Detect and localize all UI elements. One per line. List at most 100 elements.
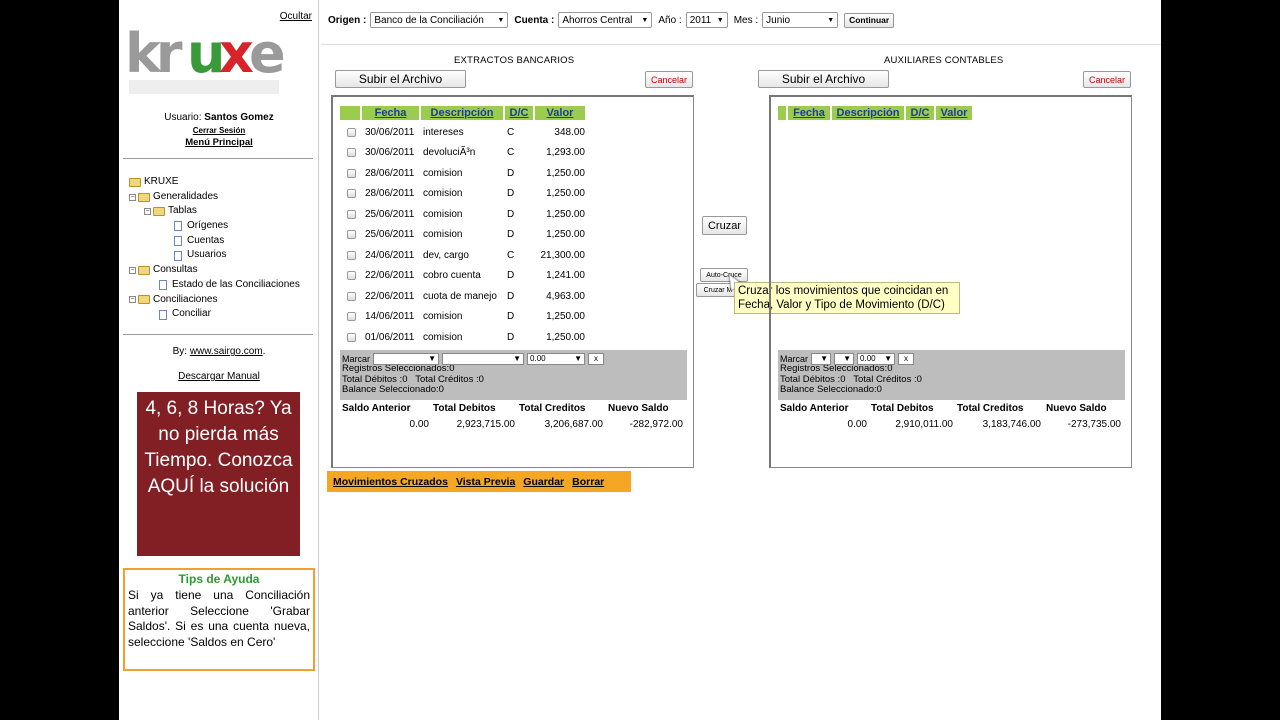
table-row[interactable]: 30/06/2011 intereses C 348.00: [333, 122, 593, 143]
left-upload-button[interactable]: Subir el Archivo: [335, 70, 466, 88]
table-row[interactable]: 28/06/2011 comision D 1,250.00: [333, 184, 593, 205]
table-row[interactable]: 28/06/2011 comision D 1,250.00: [333, 163, 593, 184]
tree-item-tablas[interactable]: − Tablas: [129, 204, 300, 219]
row-checkbox[interactable]: [347, 250, 356, 260]
table-row[interactable]: 25/06/2011 comision D 1,250.00: [333, 225, 593, 246]
filter-bar: Origen : Banco de la Conciliación ▼ Cuent…: [321, 10, 1161, 30]
row-checkbox[interactable]: [347, 312, 356, 322]
bank-rows: 30/06/2011 intereses C 348.00 30/06/2011 devo…: [333, 122, 593, 348]
crossed-movements-link[interactable]: Movimientos Cruzados: [333, 476, 448, 488]
cell-value: 1,293.00: [546, 147, 585, 159]
cell-description: intereses: [423, 126, 464, 138]
table-row[interactable]: 01/06/2011 comision D 1,250.00: [333, 327, 593, 348]
clear-button[interactable]: x: [588, 353, 605, 365]
sidebar: Ocultar kr u x e Usuario: Santos Gomez C…: [119, 0, 319, 720]
year-select[interactable]: 2011 ▼: [685, 12, 728, 28]
collapse-icon[interactable]: −: [129, 193, 136, 201]
tree-item-consultas[interactable]: − Consultas: [129, 263, 300, 278]
col-fecha[interactable]: Fecha: [362, 106, 419, 120]
collapse-icon[interactable]: −: [129, 266, 136, 274]
row-checkbox[interactable]: [347, 291, 356, 301]
tree-item-usuarios[interactable]: Usuarios: [129, 248, 300, 263]
promo-banner[interactable]: 4, 6, 8 Horas? Ya no pierda más Tiempo. …: [137, 392, 300, 556]
credits: By: www.sairgo.com.: [172, 346, 266, 357]
row-checkbox[interactable]: [347, 189, 356, 199]
tree-item-generalidades[interactable]: − Generalidades: [129, 190, 300, 205]
auto-cruce-button[interactable]: Auto-Cruce: [700, 268, 748, 282]
amount-select[interactable]: 0.00 ▼: [857, 353, 896, 365]
row-checkbox[interactable]: [347, 230, 356, 240]
row-checkbox[interactable]: [347, 332, 356, 342]
cell-date: 25/06/2011: [365, 229, 415, 241]
folder-icon: [138, 265, 150, 275]
nav-tree: KRUXE − Generalidades − Tablas Orígenes Cu…: [129, 175, 300, 322]
cell-description: comision: [423, 229, 463, 241]
col-descripcion[interactable]: Descripción: [832, 106, 904, 120]
tips-text: Si ya tiene una Conciliación anterior Se…: [128, 588, 310, 649]
mark-select-1[interactable]: ▼: [373, 353, 440, 365]
collapse-icon[interactable]: −: [144, 208, 151, 216]
logout-link[interactable]: Cerrar Sesión: [193, 126, 245, 135]
mark-select-1[interactable]: ▼: [811, 353, 832, 365]
row-checkbox[interactable]: [347, 271, 356, 281]
collapse-icon[interactable]: −: [129, 296, 136, 304]
sairgo-link[interactable]: www.sairgo.com: [190, 346, 263, 357]
cell-date: 25/06/2011: [365, 208, 415, 220]
cell-description: cobro cuenta: [423, 270, 481, 282]
month-select[interactable]: Junio ▼: [762, 12, 839, 28]
table-row[interactable]: 30/06/2011 devoluciÃ³n C 1,293.00: [333, 143, 593, 164]
clear-button[interactable]: x: [898, 353, 915, 365]
tree-item-estado[interactable]: Estado de las Conciliaciones: [129, 278, 300, 293]
table-row[interactable]: 22/06/2011 cobro cuenta D 1,241.00: [333, 266, 593, 287]
cell-description: dev, cargo: [423, 249, 469, 261]
right-upload-button[interactable]: Subir el Archivo: [758, 70, 889, 88]
cruzar-button[interactable]: Cruzar: [702, 216, 747, 235]
cell-value: 1,250.00: [546, 311, 585, 323]
preview-link[interactable]: Vista Previa: [456, 476, 515, 488]
row-checkbox[interactable]: [347, 168, 356, 178]
table-row[interactable]: 25/06/2011 comision D 1,250.00: [333, 204, 593, 225]
save-link[interactable]: Guardar: [523, 476, 564, 488]
table-row[interactable]: 22/06/2011 cuota de manejo D 4,963.00: [333, 286, 593, 307]
tree-item-cuentas[interactable]: Cuentas: [129, 234, 300, 249]
download-manual-link[interactable]: Descargar Manual: [178, 371, 260, 382]
table-row[interactable]: 14/06/2011 comision D 1,250.00: [333, 307, 593, 328]
main-menu-link[interactable]: Menú Principal: [185, 137, 253, 148]
col-valor[interactable]: Valor: [535, 106, 585, 120]
selection-summary: Marcar ▼ ▼ 0.00 ▼ x Registros Seleccionad…: [778, 350, 1125, 400]
tree-item-origenes[interactable]: Orígenes: [129, 219, 300, 234]
cell-dc: C: [507, 147, 515, 159]
table-header: Fecha Descripción D/C Valor: [778, 106, 974, 120]
delete-link[interactable]: Borrar: [572, 476, 604, 488]
col-dc[interactable]: D/C: [906, 106, 934, 120]
user-info: Usuario: Santos Gomez: [164, 112, 274, 123]
svg-text:kr: kr: [125, 22, 183, 85]
tree-root[interactable]: KRUXE: [129, 175, 300, 190]
tree-item-conciliaciones[interactable]: − Conciliaciones: [129, 293, 300, 308]
row-checkbox[interactable]: [347, 209, 356, 219]
cell-date: 28/06/2011: [365, 188, 415, 200]
mark-select-2[interactable]: ▼: [442, 353, 525, 365]
col-dc[interactable]: D/C: [505, 106, 533, 120]
col-descripcion[interactable]: Descripción: [421, 106, 503, 120]
table-row[interactable]: 24/06/2011 dev, cargo C 21,300.00: [333, 245, 593, 266]
cell-description: comision: [423, 188, 463, 200]
document-icon: [174, 221, 182, 232]
cuenta-select[interactable]: Ahorros Central ▼: [558, 12, 653, 28]
left-cancel-button[interactable]: Cancelar: [645, 71, 693, 88]
continue-button[interactable]: Continuar: [844, 12, 895, 28]
row-checkbox[interactable]: [347, 148, 356, 158]
mark-select-2[interactable]: ▼: [834, 353, 855, 365]
document-icon: [174, 250, 182, 261]
col-valor[interactable]: Valor: [936, 106, 972, 120]
right-cancel-button[interactable]: Cancelar: [1083, 71, 1131, 88]
amount-select[interactable]: 0.00 ▼: [527, 353, 586, 365]
col-fecha[interactable]: Fecha: [788, 106, 830, 120]
cell-dc: C: [507, 249, 515, 261]
row-checkbox[interactable]: [347, 127, 356, 137]
action-bar: Movimientos Cruzados Vista Previa Guarda…: [327, 471, 631, 492]
origen-select[interactable]: Banco de la Conciliación ▼: [370, 12, 509, 28]
tree-item-conciliar[interactable]: Conciliar: [129, 307, 300, 322]
cell-value: 1,250.00: [546, 208, 585, 220]
cell-date: 22/06/2011: [365, 290, 415, 302]
